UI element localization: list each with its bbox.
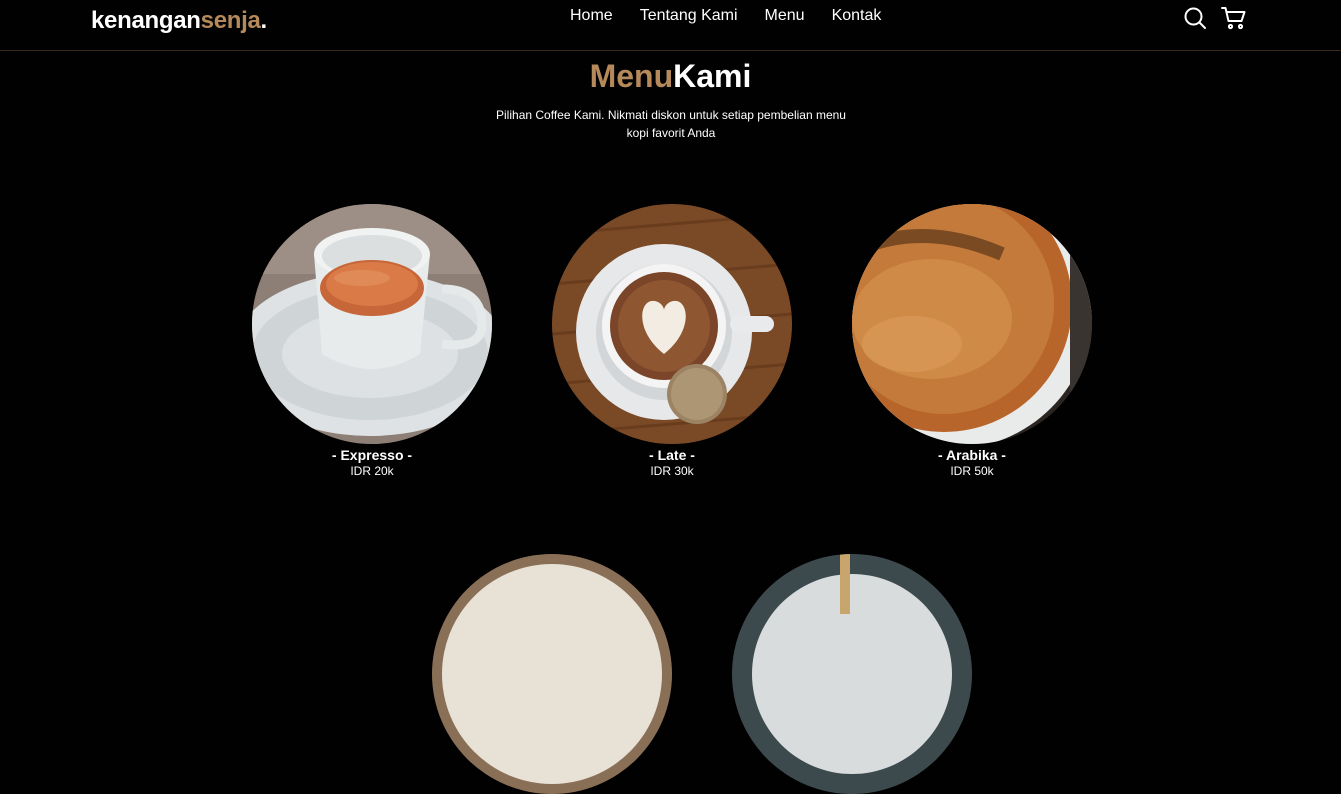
menu-card-late[interactable]: - Late - IDR 30k bbox=[552, 204, 792, 478]
menu-title-accent: Menu bbox=[589, 58, 674, 94]
nav-tentang-kami[interactable]: Tentang Kami bbox=[640, 7, 738, 25]
brand-logo[interactable]: kenangansenja. bbox=[91, 7, 267, 35]
nav-home[interactable]: Home bbox=[570, 7, 613, 25]
navbar: kenangansenja. Home Tentang Kami Menu Ko… bbox=[0, 0, 1341, 51]
menu-card-image-partial-2[interactable] bbox=[732, 554, 972, 794]
menu-item-price: IDR 50k bbox=[950, 464, 994, 478]
menu-item-price: IDR 20k bbox=[350, 464, 394, 478]
menu-description: Pilihan Coffee Kami. Nikmati diskon untu… bbox=[496, 108, 846, 140]
menu-card-arabika[interactable]: - Arabika - IDR 50k bbox=[852, 204, 1092, 478]
search-icon[interactable] bbox=[1183, 6, 1207, 30]
late-image bbox=[552, 204, 792, 444]
nav-kontak[interactable]: Kontak bbox=[832, 7, 882, 25]
menu-item-name: - Arabika - bbox=[938, 447, 1006, 463]
nav-icons bbox=[1183, 6, 1246, 30]
menu-item-name: - Late - bbox=[649, 447, 695, 463]
menu-item-price: IDR 30k bbox=[650, 464, 694, 478]
brand-dot: . bbox=[260, 7, 268, 34]
menu-card-expresso[interactable]: - Expresso - IDR 20k bbox=[252, 204, 492, 478]
menu-title-main: Kami bbox=[673, 58, 752, 94]
menu-title: MenuKami bbox=[0, 58, 1341, 95]
brand-name-main: kenangan bbox=[91, 7, 201, 34]
nav-menu[interactable]: Menu bbox=[765, 7, 805, 25]
arabika-image bbox=[852, 204, 1092, 444]
nav-links: Home Tentang Kami Menu Kontak bbox=[570, 7, 908, 25]
shopping-cart-icon[interactable] bbox=[1221, 6, 1246, 30]
menu-card-image-partial-1[interactable] bbox=[432, 554, 672, 794]
brand-name-accent: senja bbox=[200, 7, 261, 34]
expresso-image bbox=[252, 204, 492, 444]
menu-item-name: - Expresso - bbox=[331, 447, 413, 463]
